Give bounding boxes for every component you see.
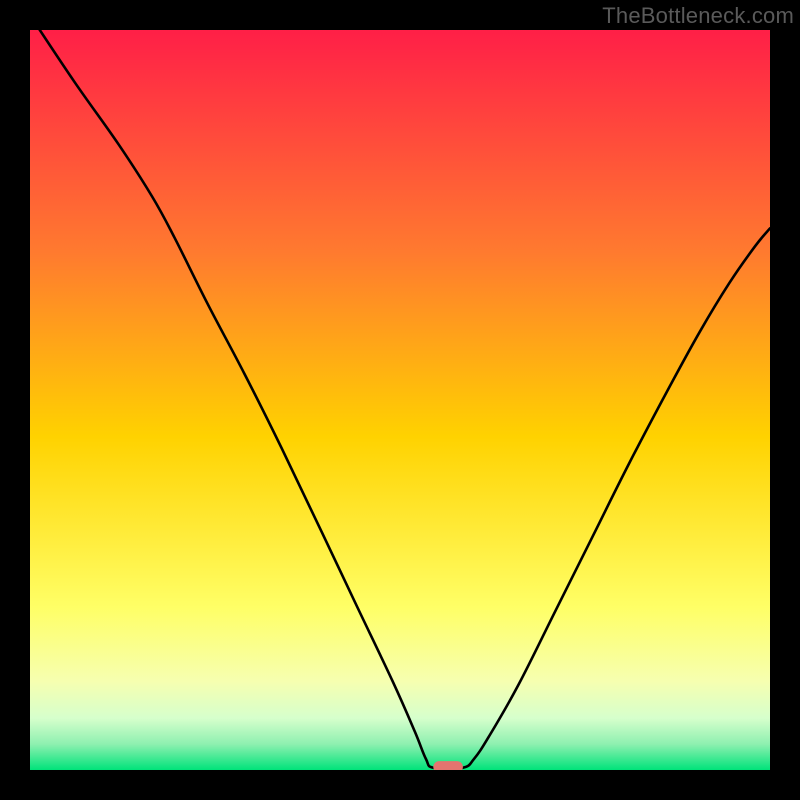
gradient-background — [30, 30, 770, 770]
vertex-marker — [433, 761, 463, 773]
chart-stage: TheBottleneck.com — [0, 0, 800, 800]
chart-svg — [0, 0, 800, 800]
attribution-label: TheBottleneck.com — [602, 3, 794, 29]
